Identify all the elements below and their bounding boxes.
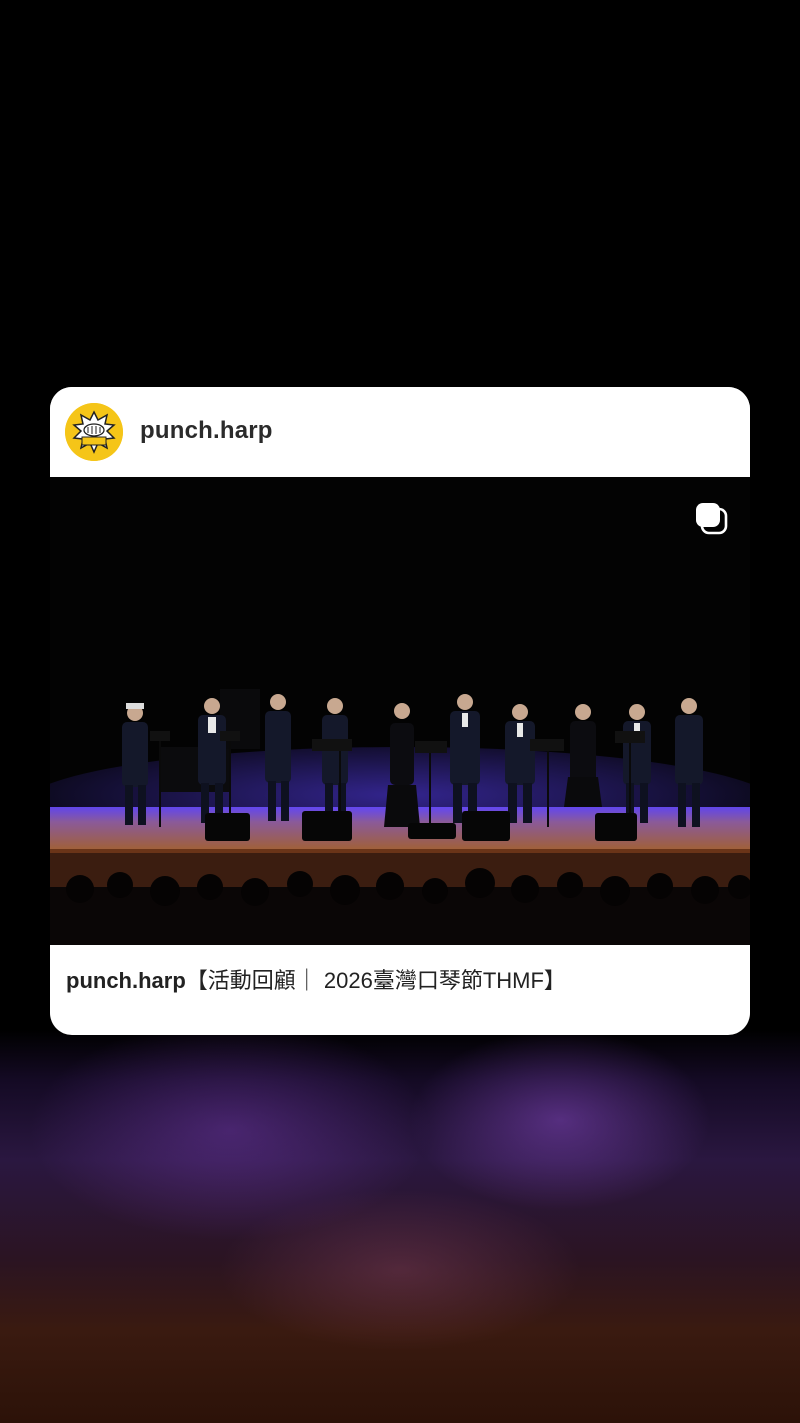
post-photo[interactable] <box>50 477 750 945</box>
post-caption: punch.harp【活動回顧｜ 2026臺灣口琴節THMF】 <box>66 963 566 995</box>
caption-username[interactable]: punch.harp <box>66 968 186 993</box>
post-header[interactable]: punch.harp <box>50 387 750 477</box>
post-username[interactable]: punch.harp <box>140 417 273 445</box>
caption-text: 【活動回顧｜ 2026臺灣口琴節THMF】 <box>185 968 566 993</box>
multiple-photos-icon <box>696 503 728 535</box>
punch-logo-icon <box>65 403 123 461</box>
shared-post-card[interactable]: punch.harp punch.harp【活動回顧｜ 2026臺灣口琴節THM… <box>50 387 750 1035</box>
story-screen: punch.harp punch.harp【活動回顧｜ 2026臺灣口琴節THM… <box>0 0 800 1423</box>
profile-avatar[interactable] <box>65 403 123 461</box>
concert-stage-image <box>50 477 750 945</box>
